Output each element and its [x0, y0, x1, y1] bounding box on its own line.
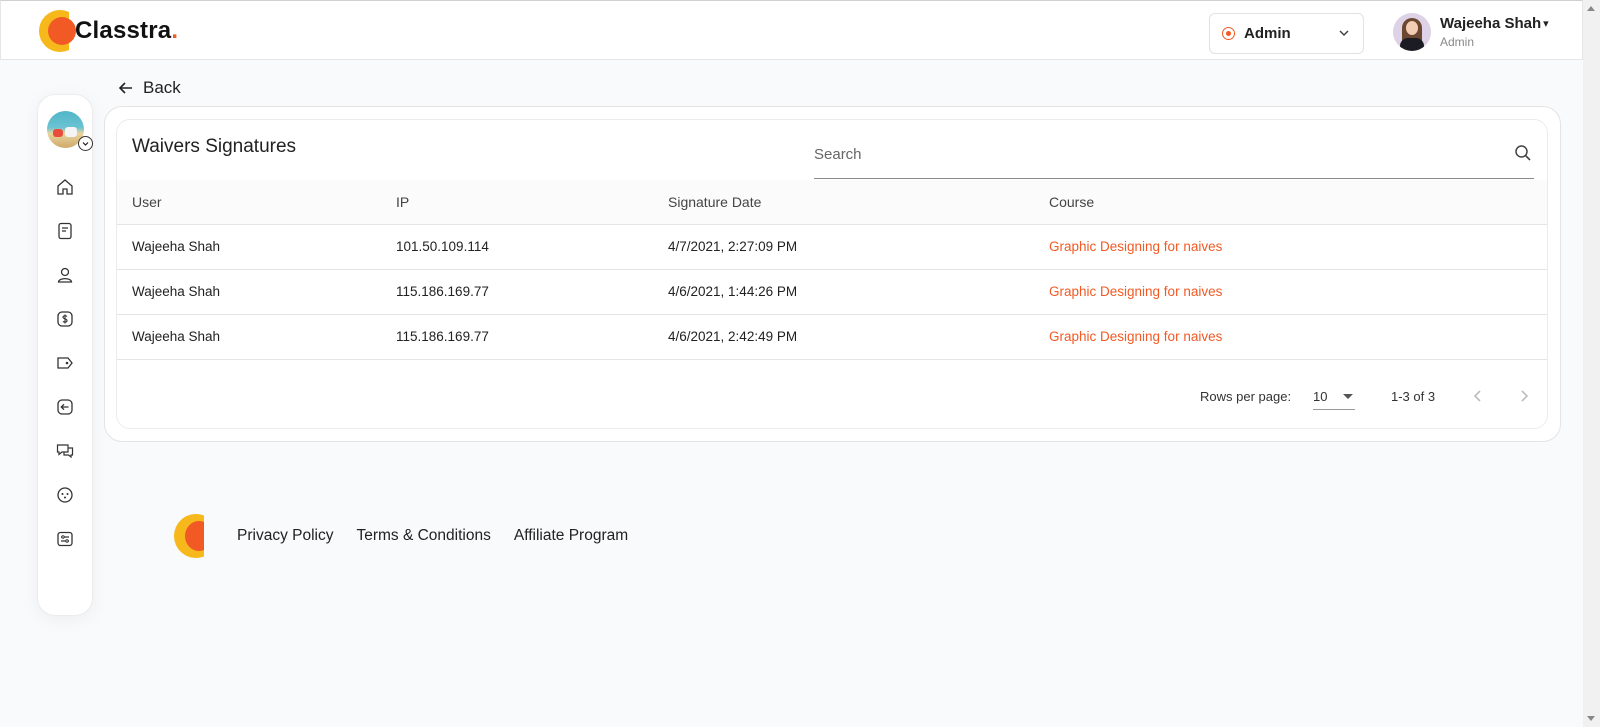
cell-signature-date: 4/6/2021, 1:44:26 PM: [668, 269, 1049, 315]
footer-logo-icon: [174, 514, 204, 558]
vertical-scrollbar[interactable]: [1583, 0, 1600, 727]
cell-user: Wajeeha Shah: [117, 314, 396, 360]
rows-per-page-select[interactable]: 10: [1313, 382, 1355, 410]
users-icon[interactable]: [55, 265, 75, 285]
table-row: Wajeeha Shah 101.50.109.114 4/7/2021, 2:…: [117, 224, 1547, 270]
home-icon[interactable]: [55, 177, 75, 197]
brand-logo[interactable]: Classtra.: [39, 10, 178, 52]
page-title: Waivers Signatures: [132, 136, 297, 157]
back-label: Back: [143, 78, 181, 97]
user-menu[interactable]: Wajeeha Shah ▾ Admin: [1393, 13, 1549, 51]
settings-sliders-icon[interactable]: [55, 529, 75, 549]
palette-icon[interactable]: [55, 485, 75, 505]
cell-signature-date: 4/7/2021, 2:27:09 PM: [668, 224, 1049, 270]
search-field: [814, 128, 1534, 179]
course-link[interactable]: Graphic Designing for naives: [1049, 239, 1222, 254]
user-name: Wajeeha Shah: [1440, 15, 1542, 32]
column-header-course[interactable]: Course: [1049, 180, 1547, 225]
brand-name: Classtra.: [75, 17, 179, 44]
top-bar: Classtra. Admin Wajeeha Shah ▾ Admin: [0, 0, 1583, 60]
role-radio-icon: [1222, 27, 1235, 40]
logo-mark-icon: [39, 10, 76, 52]
chevron-down-icon: [1339, 30, 1349, 37]
pagination: Rows per page: 10 1-3 of 3: [117, 382, 1547, 412]
arrow-left-icon: [118, 82, 132, 94]
search-icon[interactable]: [1514, 144, 1532, 162]
avatar: [1393, 13, 1431, 51]
page-range: 1-3 of 3: [1391, 389, 1436, 404]
cell-user: Wajeeha Shah: [117, 224, 396, 270]
search-input[interactable]: [814, 141, 1474, 167]
role-select[interactable]: Admin: [1209, 13, 1364, 54]
waivers-table: User IP Signature Date Course Wajeeha Sh…: [117, 180, 1547, 360]
chat-icon[interactable]: [55, 441, 75, 461]
cell-signature-date: 4/6/2021, 2:42:49 PM: [668, 314, 1049, 360]
table-row: Wajeeha Shah 115.186.169.77 4/6/2021, 2:…: [117, 314, 1547, 360]
scroll-up-arrow-icon[interactable]: [1587, 6, 1595, 11]
column-header-signature-date[interactable]: Signature Date: [668, 180, 1049, 225]
back-button[interactable]: Back: [117, 78, 181, 98]
column-header-user[interactable]: User: [117, 180, 396, 225]
cell-ip: 115.186.169.77: [396, 314, 668, 360]
cell-ip: 101.50.109.114: [396, 224, 668, 270]
column-header-ip[interactable]: IP: [396, 180, 668, 225]
next-page-button[interactable]: [1515, 387, 1533, 405]
rows-per-page-label: Rows per page:: [1200, 389, 1292, 404]
waivers-table-card: Waivers Signatures User IP Signature Dat…: [116, 119, 1548, 429]
cell-ip: 115.186.169.77: [396, 269, 668, 315]
footer: Privacy Policy Terms & Conditions Affili…: [174, 514, 651, 558]
dollar-icon[interactable]: [55, 309, 75, 329]
previous-page-button[interactable]: [1469, 387, 1487, 405]
caret-down-icon: [1343, 394, 1353, 399]
logout-arrow-icon[interactable]: [55, 397, 75, 417]
course-link[interactable]: Graphic Designing for naives: [1049, 284, 1222, 299]
scroll-down-arrow-icon[interactable]: [1587, 716, 1595, 721]
rows-per-page-value: 10: [1313, 389, 1328, 404]
caret-down-icon: ▾: [1543, 18, 1549, 30]
terms-conditions-link[interactable]: Terms & Conditions: [356, 527, 490, 545]
table-header-row: User IP Signature Date Course: [117, 180, 1547, 225]
privacy-policy-link[interactable]: Privacy Policy: [237, 527, 333, 545]
chevron-down-icon[interactable]: [78, 136, 93, 151]
sidebar: [37, 94, 93, 616]
cell-user: Wajeeha Shah: [117, 269, 396, 315]
role-select-value: Admin: [1244, 25, 1291, 42]
book-icon[interactable]: [55, 221, 75, 241]
user-role: Admin: [1440, 35, 1475, 49]
affiliate-program-link[interactable]: Affiliate Program: [514, 527, 628, 545]
tag-icon[interactable]: [55, 353, 75, 373]
course-link[interactable]: Graphic Designing for naives: [1049, 329, 1222, 344]
table-row: Wajeeha Shah 115.186.169.77 4/6/2021, 1:…: [117, 269, 1547, 315]
